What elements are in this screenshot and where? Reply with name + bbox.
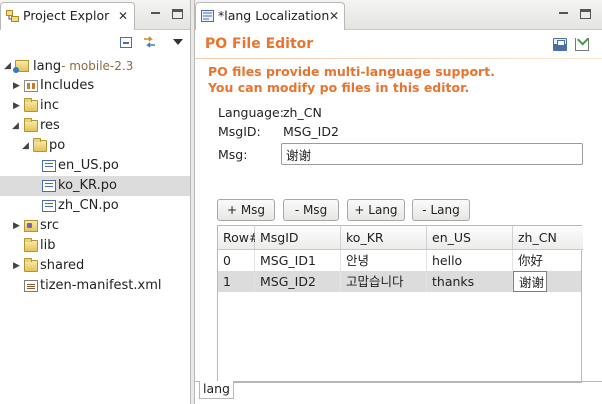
includes-icon (24, 80, 38, 92)
expanded-arrow-icon[interactable]: ◢ (12, 116, 19, 136)
column-header-row-number[interactable]: Row# (218, 226, 259, 250)
tree-item-label: po (49, 138, 66, 153)
cell-zh-cn-editing[interactable]: 谢谢 (513, 271, 547, 292)
tree-item-label: src (40, 218, 59, 233)
cell-ko-kr[interactable]: 고맙습니다 (341, 271, 427, 292)
close-icon[interactable]: ✕ (118, 9, 128, 23)
table-row[interactable]: 0 MSG_ID1 안녕 hello 你好 (218, 250, 581, 271)
project-explorer-icon (6, 10, 19, 22)
add-lang-button[interactable]: + Lang (347, 199, 405, 221)
tree-item-label: ko_KR.po (58, 178, 117, 193)
minimize-icon[interactable] (558, 9, 569, 19)
maximize-icon[interactable] (580, 9, 591, 19)
column-header-en-us[interactable]: en_US (427, 226, 513, 250)
cell-zh-cn[interactable]: 你好 (513, 250, 583, 271)
tree-item-includes[interactable]: ▶ Includes (0, 76, 190, 96)
po-file-icon (42, 200, 56, 212)
header-separator (195, 58, 602, 59)
msg-input[interactable] (281, 143, 583, 165)
tree-item-zh-cn-po[interactable]: zh_CN.po (0, 196, 190, 216)
project-icon (13, 60, 29, 73)
export-icon[interactable] (575, 38, 589, 51)
tab-lang-localization[interactable]: *lang Localization ✕ (195, 2, 345, 30)
cell-row-number: 1 (218, 271, 255, 292)
msgid-value: MSG_ID2 (283, 124, 339, 139)
column-header-zh-cn[interactable]: zh_CN (513, 226, 583, 250)
collapse-all-icon[interactable] (120, 37, 132, 48)
form-title: PO File Editor (205, 36, 314, 52)
bottom-tab-strip (195, 381, 602, 382)
cell-en-us[interactable]: thanks (427, 271, 513, 292)
tree-item-shared[interactable]: ▶ shared (0, 256, 190, 276)
tree-item-po[interactable]: ◢ po (0, 136, 190, 156)
folder-icon (24, 238, 38, 252)
editor-tab-bar: *lang Localization ✕ (195, 0, 602, 30)
po-file-icon (42, 180, 56, 192)
language-label: Language: (218, 105, 284, 120)
remove-msg-button[interactable]: - Msg (283, 199, 339, 221)
tree-item-lang-project[interactable]: ◢ lang- mobile-2.3 (0, 56, 190, 76)
explorer-toolbar (0, 31, 190, 53)
collapsed-arrow-icon[interactable]: ▶ (13, 96, 20, 116)
collapsed-arrow-icon[interactable]: ▶ (13, 216, 20, 236)
project-explorer-view: Project Explor ✕ ◢ lang- mobile-2.3 ▶ In… (0, 0, 191, 404)
table-row[interactable]: 1 MSG_ID2 고맙습니다 thanks 谢谢 (218, 271, 581, 292)
localization-editor-icon (201, 10, 214, 22)
description-line-2: You can modify po files in this editor. (208, 80, 470, 95)
tree-item-tizen-manifest[interactable]: tizen-manifest.xml (0, 276, 190, 296)
po-file-icon (42, 160, 56, 172)
tree-item-label: lib (40, 238, 56, 253)
explorer-tab-bar: Project Explor ✕ (0, 0, 190, 30)
cell-ko-kr[interactable]: 안녕 (341, 250, 427, 271)
add-msg-button[interactable]: + Msg (217, 199, 275, 221)
folder-icon (24, 98, 38, 112)
folder-icon (24, 258, 38, 272)
tree-item-label: res (40, 118, 60, 133)
cell-row-number: 0 (218, 250, 255, 271)
link-with-editor-icon[interactable] (142, 35, 157, 52)
cell-msgid[interactable]: MSG_ID2 (255, 271, 341, 292)
column-header-msgid[interactable]: MsgID (255, 226, 341, 250)
expanded-arrow-icon[interactable]: ◢ (22, 136, 29, 156)
tree-item-src[interactable]: ▶ src (0, 216, 190, 236)
remove-lang-button[interactable]: - Lang (412, 199, 470, 221)
collapsed-arrow-icon[interactable]: ▶ (13, 76, 20, 96)
save-icon[interactable] (553, 38, 567, 51)
msg-label: Msg: (218, 147, 248, 162)
description-line-1: PO files provide multi-language support. (208, 64, 495, 79)
folder-icon (24, 118, 38, 132)
tab-lang-page[interactable]: lang (199, 381, 234, 399)
tree-item-label: lang- mobile-2.3 (33, 59, 134, 74)
tree-item-label: zh_CN.po (58, 198, 119, 213)
close-icon[interactable]: ✕ (329, 9, 339, 23)
expanded-arrow-icon[interactable]: ◢ (4, 56, 11, 76)
cell-msgid[interactable]: MSG_ID1 (255, 250, 341, 271)
tab-label: *lang Localization (218, 8, 330, 23)
column-header-ko-kr[interactable]: ko_KR (341, 226, 427, 250)
tree-item-label: Includes (40, 78, 95, 93)
cell-en-us[interactable]: hello (427, 250, 513, 271)
minimize-icon[interactable] (150, 9, 161, 19)
tree-item-lib[interactable]: lib (0, 236, 190, 256)
tree-item-inc[interactable]: ▶ inc (0, 96, 190, 116)
tree-item-label: tizen-manifest.xml (40, 278, 162, 293)
maximize-icon[interactable] (172, 9, 183, 19)
xml-file-icon (24, 280, 38, 292)
tree-item-en-us-po[interactable]: en_US.po (0, 156, 190, 176)
source-folder-icon (24, 220, 38, 232)
msgid-label: MsgID: (218, 124, 261, 139)
translation-table: Row# MsgID ko_KR en_US zh_CN 0 MSG_ID1 안… (217, 225, 583, 383)
view-menu-icon[interactable] (173, 39, 183, 45)
tree-item-label: shared (40, 258, 85, 273)
localization-editor: *lang Localization ✕ PO File Editor PO f… (194, 0, 602, 404)
tree-item-label: inc (40, 98, 59, 113)
tree-item-res[interactable]: ◢ res (0, 116, 190, 136)
language-value: zh_CN (283, 105, 322, 120)
collapsed-arrow-icon[interactable]: ▶ (13, 256, 20, 276)
tab-project-explorer[interactable]: Project Explor ✕ (0, 2, 135, 30)
tree-item-ko-kr-po[interactable]: ko_KR.po (0, 176, 190, 196)
tab-label: Project Explor (23, 8, 110, 23)
folder-icon (33, 138, 47, 152)
tree-item-label: en_US.po (58, 158, 119, 173)
